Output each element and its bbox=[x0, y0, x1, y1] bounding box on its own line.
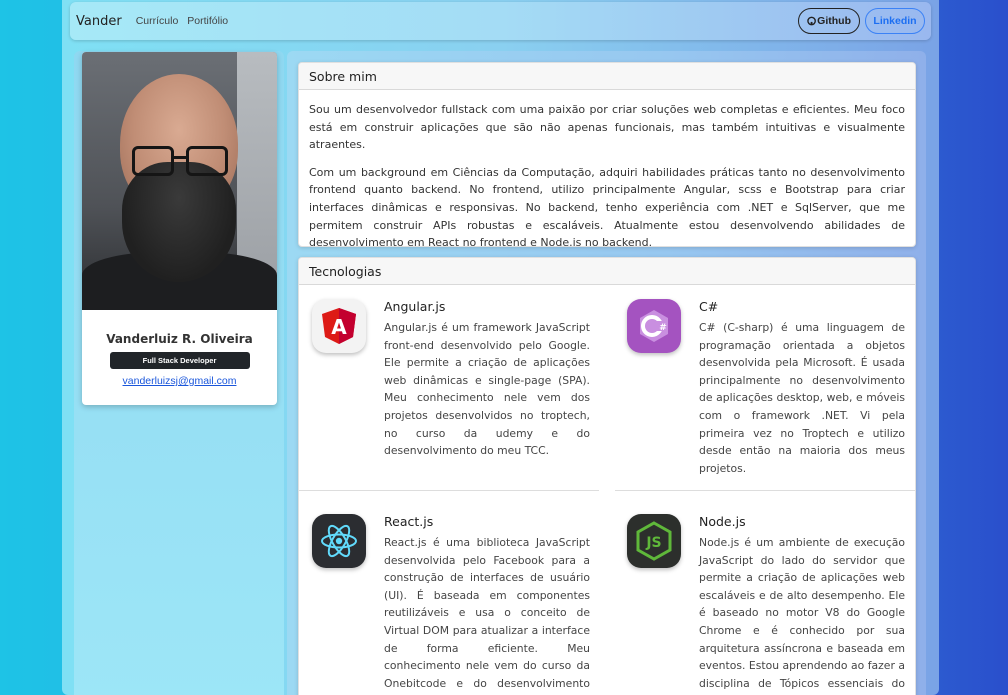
brand-link[interactable]: Vander bbox=[76, 14, 122, 29]
angular-icon: A bbox=[312, 299, 366, 353]
technologies-title: Tecnologias bbox=[299, 258, 915, 285]
navbar: Vander Currículo Portifólio Github Linke… bbox=[70, 2, 931, 40]
divider bbox=[299, 490, 599, 491]
profile-name: Vanderluiz R. Oliveira bbox=[106, 332, 253, 346]
tech-description: C# (C-sharp) é uma linguagem de programa… bbox=[699, 321, 905, 475]
svg-text:#: # bbox=[659, 323, 667, 333]
about-card: Sobre mim Sou um desenvolvedor fullstack… bbox=[298, 62, 916, 247]
profile-email-link[interactable]: vanderluizsj@gmail.com bbox=[82, 375, 277, 387]
tech-description: React.js é uma biblioteca JavaScript des… bbox=[384, 536, 590, 695]
github-icon bbox=[807, 16, 816, 26]
tech-title: React.js bbox=[384, 514, 434, 529]
react-icon bbox=[312, 514, 366, 568]
svg-text:JS: JS bbox=[645, 535, 661, 551]
technologies-card: Tecnologias A Angular.js Angular.js é um… bbox=[298, 257, 916, 695]
svg-text:A: A bbox=[331, 315, 347, 339]
linkedin-button[interactable]: Linkedin bbox=[865, 8, 925, 34]
about-title: Sobre mim bbox=[299, 63, 915, 90]
profile-role-badge: Full Stack Developer bbox=[109, 352, 250, 369]
tech-title: C# bbox=[699, 299, 719, 314]
tech-title: Node.js bbox=[699, 514, 746, 529]
divider bbox=[615, 490, 915, 491]
profile-card: Vanderluiz R. Oliveira Full Stack Develo… bbox=[82, 52, 277, 405]
github-button[interactable]: Github bbox=[798, 8, 860, 34]
nav-link-portifolio[interactable]: Portifólio bbox=[187, 15, 228, 27]
profile-photo bbox=[82, 52, 277, 310]
tech-description: Node.js é um ambiente de execução JavaSc… bbox=[699, 536, 905, 695]
about-paragraph: Com um background em Ciências da Computa… bbox=[309, 165, 905, 247]
tech-title: Angular.js bbox=[384, 299, 446, 314]
nav-link-curriculo[interactable]: Currículo bbox=[136, 15, 179, 27]
nodejs-icon: JS bbox=[627, 514, 681, 568]
github-label: Github bbox=[817, 15, 851, 27]
csharp-icon: # bbox=[627, 299, 681, 353]
about-paragraph: Sou um desenvolvedor fullstack com uma p… bbox=[309, 103, 905, 152]
tech-description: Angular.js é um framework JavaScript fro… bbox=[384, 321, 590, 458]
